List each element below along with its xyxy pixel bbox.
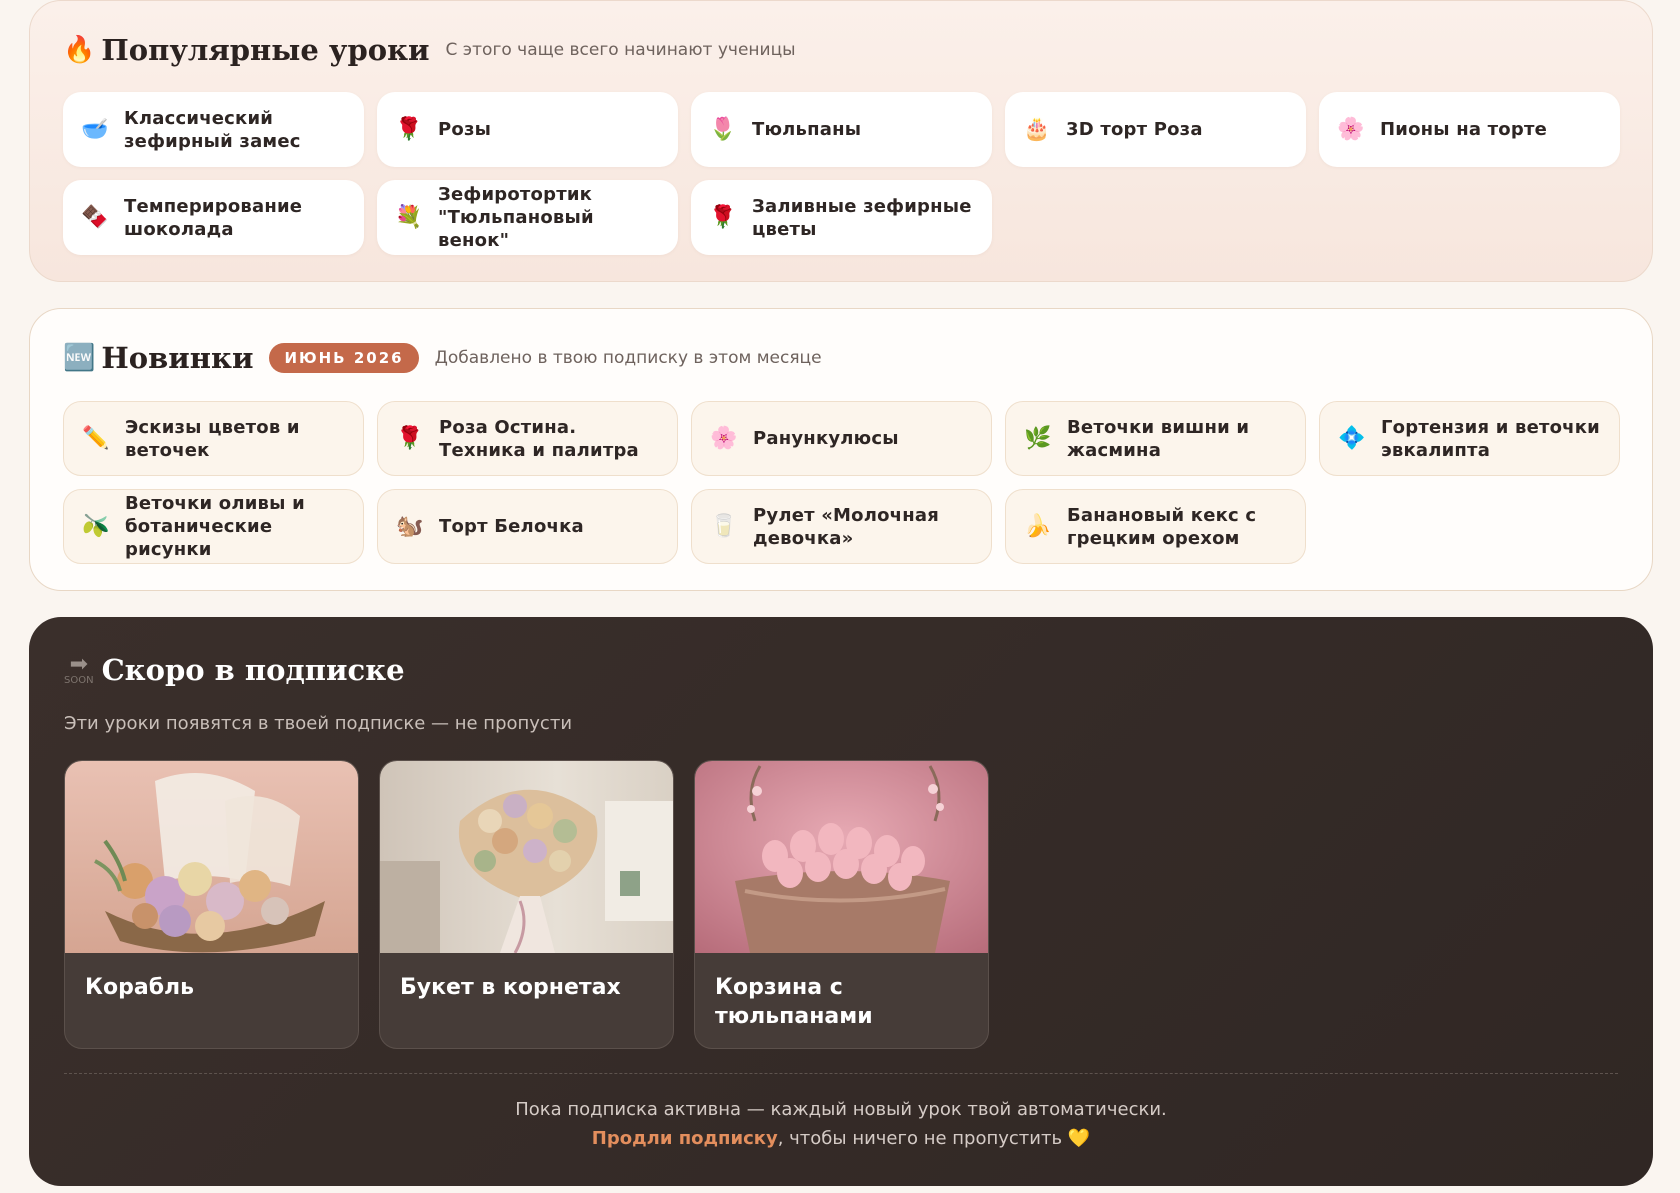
- month-badge: ИЮНЬ 2026: [269, 343, 419, 373]
- heart-icon: 💛: [1067, 1128, 1091, 1149]
- lesson-label: Ранункулюсы: [753, 428, 899, 449]
- footer-renew-rest: , чтобы ничего не пропустить: [777, 1128, 1063, 1149]
- lesson-label: Гортензия и веточки эвкалипта: [1381, 416, 1600, 461]
- upcoming-title: Корзина с тюльпанами: [715, 975, 873, 1029]
- new-title: Новинки: [101, 341, 254, 375]
- lesson-card[interactable]: 🌹 Розы: [377, 92, 678, 167]
- lesson-card[interactable]: 🐿️ Торт Белочка: [377, 489, 678, 564]
- tulip-basket-image: [695, 761, 988, 953]
- new-subtitle: Добавлено в твою подписку в этом месяце: [434, 348, 822, 368]
- bouquet-icon: 💐: [395, 205, 423, 230]
- lesson-label: Эскизы цветов и веточек: [125, 416, 300, 461]
- lesson-label: Рулет «Молочная девочка»: [753, 504, 939, 549]
- new-grid: ✏️ Эскизы цветов и веточек 🌹 Роза Остина…: [63, 401, 1620, 564]
- lesson-label: Пионы на торте: [1380, 119, 1547, 140]
- footer-renew: Продли подписку, чтобы ничего не пропуст…: [29, 1128, 1653, 1149]
- upcoming-title: Букет в корнетах: [400, 975, 621, 1000]
- upcoming-card[interactable]: Букет в корнетах: [379, 760, 674, 1049]
- soon-header: ➡ SOON Скоро в подписке: [64, 653, 405, 687]
- upcoming-card[interactable]: Корабль: [64, 760, 359, 1049]
- banana-icon: 🍌: [1024, 514, 1052, 539]
- lesson-card[interactable]: 🌿 Веточки вишни и жасмина: [1005, 401, 1306, 476]
- renew-subscription-link[interactable]: Продли подписку: [592, 1128, 778, 1149]
- soon-arrow-icon: ➡ SOON: [64, 652, 94, 686]
- upcoming-list: Корабль Букет в корнетах Корзина с тюльп…: [64, 760, 989, 1049]
- olive-icon: 🫒: [82, 514, 110, 539]
- rose-icon: 🌹: [396, 426, 424, 451]
- lesson-card[interactable]: 🌹 Заливные зефирные цветы: [691, 180, 992, 255]
- chocolate-icon: 🍫: [81, 205, 109, 230]
- popular-subtitle: С этого чаще всего начинают ученицы: [445, 40, 796, 60]
- ship-bouquet-image: [65, 761, 358, 953]
- lesson-label: Банановый кекс с грецким орехом: [1067, 504, 1257, 549]
- lesson-label: Розы: [438, 119, 492, 140]
- footer-divider: [64, 1073, 1618, 1074]
- cornet-bouquet-image: [380, 761, 673, 953]
- pencil-icon: ✏️: [82, 426, 110, 451]
- lesson-card[interactable]: 💠 Гортензия и веточки эвкалипта: [1319, 401, 1620, 476]
- lesson-label: Заливные зефирные цветы: [752, 195, 972, 240]
- lesson-card[interactable]: 🌷 Тюльпаны: [691, 92, 992, 167]
- lesson-card[interactable]: 🌸 Пионы на торте: [1319, 92, 1620, 167]
- cake-icon: 🎂: [1023, 117, 1051, 142]
- lesson-label: Веточки вишни и жасмина: [1067, 416, 1250, 461]
- lesson-label: Темперирование шоколада: [124, 195, 303, 240]
- new-lessons-section: 🆕 Новинки ИЮНЬ 2026 Добавлено в твою под…: [29, 308, 1653, 591]
- new-header: 🆕 Новинки ИЮНЬ 2026 Добавлено в твою под…: [63, 341, 822, 375]
- diamond-icon: 💠: [1338, 426, 1366, 451]
- lesson-card[interactable]: 💐 Зефиротортик "Тюльпановый венок": [377, 180, 678, 255]
- rose-icon: 🌹: [395, 117, 423, 142]
- popular-header: 🔥 Популярные уроки С этого чаще всего на…: [63, 33, 796, 67]
- lesson-card[interactable]: 🍌 Банановый кекс с грецким орехом: [1005, 489, 1306, 564]
- lesson-label: Торт Белочка: [439, 516, 584, 537]
- squirrel-icon: 🐿️: [396, 514, 424, 539]
- soon-subtitle: Эти уроки появятся в твоей подписке — не…: [64, 713, 573, 734]
- rose-icon: 🌹: [709, 205, 737, 230]
- lesson-card[interactable]: 🥛 Рулет «Молочная девочка»: [691, 489, 992, 564]
- upcoming-title: Корабль: [85, 975, 195, 1000]
- lesson-label: Зефиротортик "Тюльпановый венок": [438, 184, 594, 251]
- blossom-icon: 🌸: [710, 426, 738, 451]
- fire-icon: 🔥: [63, 35, 96, 65]
- blossom-icon: 🌸: [1337, 117, 1365, 142]
- upcoming-card[interactable]: Корзина с тюльпанами: [694, 760, 989, 1049]
- herb-icon: 🌿: [1024, 426, 1052, 451]
- lesson-label: Роза Остина. Техника и палитра: [439, 416, 639, 461]
- coming-soon-section: ➡ SOON Скоро в подписке Эти уроки появят…: [29, 617, 1653, 1186]
- new-icon: 🆕: [63, 343, 96, 373]
- soon-title: Скоро в подписке: [101, 653, 405, 687]
- lesson-label: Веточки оливы и ботанические рисунки: [125, 493, 305, 560]
- lesson-label: Классический зефирный замес: [124, 107, 301, 152]
- lesson-card[interactable]: ✏️ Эскизы цветов и веточек: [63, 401, 364, 476]
- lesson-label: Тюльпаны: [752, 119, 862, 140]
- lesson-card[interactable]: 🌹 Роза Остина. Техника и палитра: [377, 401, 678, 476]
- lesson-label: 3D торт Роза: [1066, 119, 1203, 140]
- lesson-card[interactable]: 🫒 Веточки оливы и ботанические рисунки: [63, 489, 364, 564]
- tulip-icon: 🌷: [709, 117, 737, 142]
- footer-note: Пока подписка активна — каждый новый уро…: [515, 1099, 1167, 1120]
- lesson-card[interactable]: 🎂 3D торт Роза: [1005, 92, 1306, 167]
- popular-lessons-section: 🔥 Популярные уроки С этого чаще всего на…: [29, 0, 1653, 282]
- popular-title: Популярные уроки: [101, 33, 430, 67]
- bowl-icon: 🥣: [81, 117, 109, 142]
- lesson-card[interactable]: 🍫 Темперирование шоколада: [63, 180, 364, 255]
- milk-glass-icon: 🥛: [710, 514, 738, 539]
- lesson-card[interactable]: 🌸 Ранункулюсы: [691, 401, 992, 476]
- lesson-card[interactable]: 🥣 Классический зефирный замес: [63, 92, 364, 167]
- popular-grid: 🥣 Классический зефирный замес 🌹 Розы 🌷 Т…: [63, 92, 1620, 255]
